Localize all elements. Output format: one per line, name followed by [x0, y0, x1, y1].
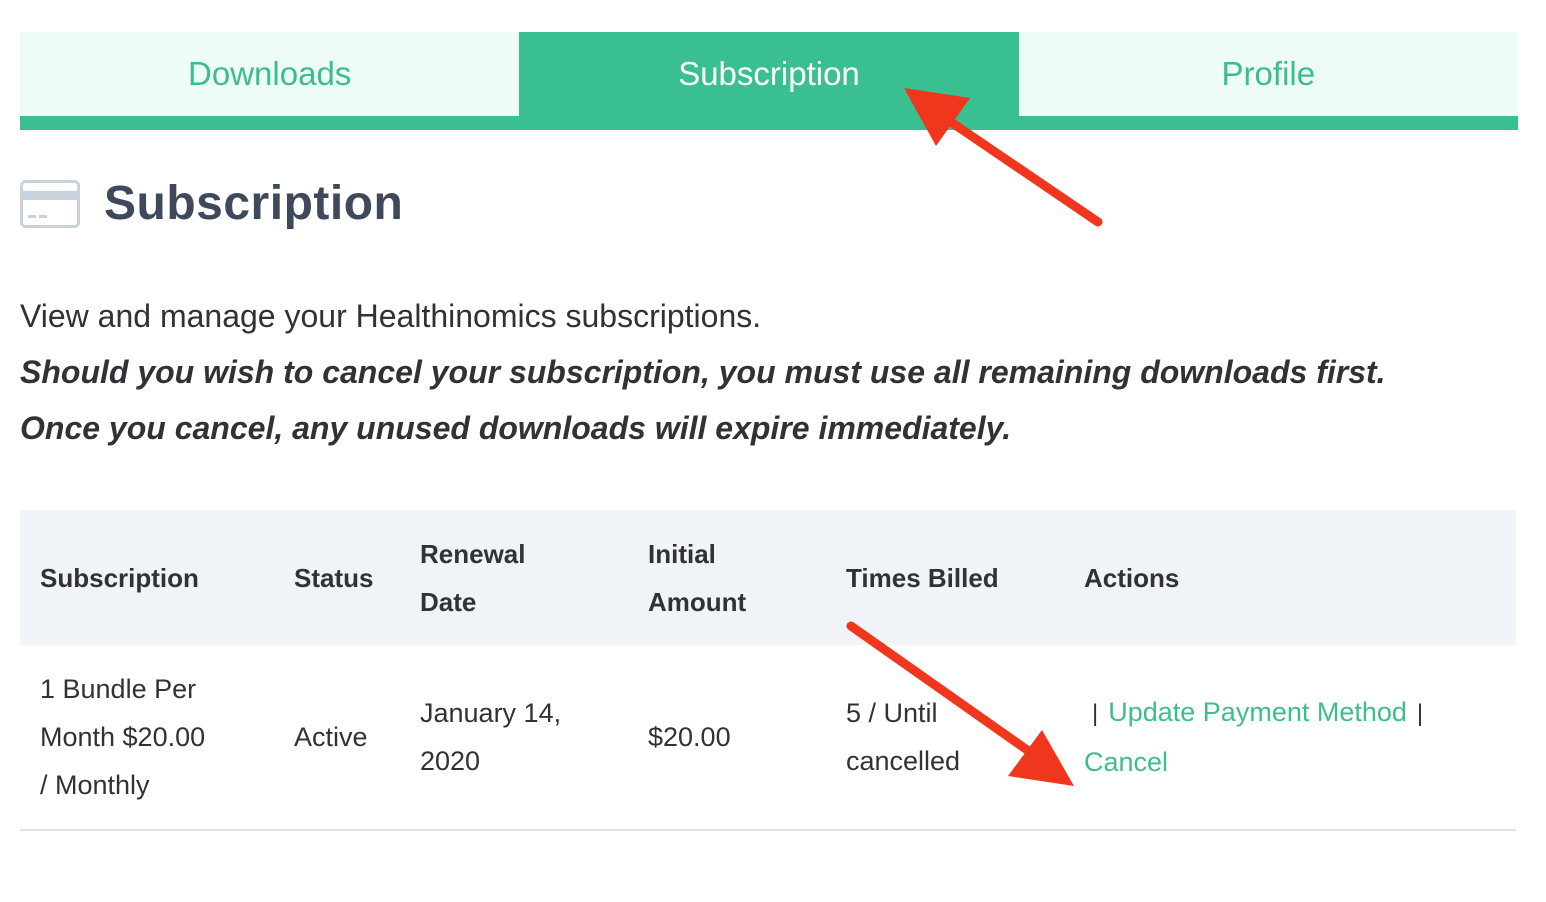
action-separator: | [1416, 700, 1424, 727]
times-billed-value: 5 / Until cancelled [846, 698, 961, 776]
column-header-renewal-date: Renewal Date [400, 510, 628, 645]
subscription-page: Downloads Subscription Profile Subscript… [0, 0, 1546, 902]
cell-renewal-date: January 14, 2020 [400, 645, 628, 831]
cell-actions: | Update Payment Method | Cancel [1064, 645, 1516, 831]
tab-subscription[interactable]: Subscription [519, 32, 1019, 116]
cell-subscription: 1 Bundle Per Month $20.00 / Monthly [20, 645, 274, 831]
warning-text-line2: Once you cancel, any unused downloads wi… [20, 410, 1012, 446]
page-title: Subscription [104, 177, 404, 230]
subscriptions-table: Subscription Status Renewal Date Initial… [20, 510, 1516, 831]
section-heading: Subscription [20, 176, 403, 231]
tab-downloads[interactable]: Downloads [20, 32, 520, 116]
tab-profile[interactable]: Profile [1018, 32, 1518, 116]
table-row: 1 Bundle Per Month $20.00 / Monthly Acti… [20, 645, 1516, 831]
warning-text-line1: Should you wish to cancel your subscript… [20, 354, 1386, 390]
column-header-subscription: Subscription [20, 510, 274, 645]
subscription-name: 1 Bundle Per Month $20.00 / Monthly [40, 674, 206, 800]
intro-text: View and manage your Healthinomics subsc… [20, 288, 1520, 456]
table-header-row: Subscription Status Renewal Date Initial… [20, 510, 1516, 645]
column-header-initial-amount: Initial Amount [628, 510, 826, 645]
actions-group: | Update Payment Method | Cancel [1084, 688, 1484, 786]
tab-underline [20, 116, 1518, 130]
initial-amount-header-label: Initial Amount [648, 538, 747, 617]
cancel-subscription-link[interactable]: Cancel [1084, 747, 1168, 777]
column-header-status: Status [274, 510, 400, 645]
action-separator: | [1092, 700, 1099, 727]
renewal-date-header-label: Renewal Date [420, 538, 526, 617]
credit-card-icon [20, 179, 80, 228]
description-text: View and manage your Healthinomics subsc… [20, 298, 762, 334]
account-tabs: Downloads Subscription Profile [20, 32, 1518, 116]
cell-status: Active [274, 645, 400, 831]
cell-times-billed: 5 / Until cancelled [826, 645, 1064, 831]
column-header-times-billed: Times Billed [826, 510, 1064, 645]
renewal-date-value: January 14, 2020 [420, 698, 562, 776]
column-header-actions: Actions [1064, 510, 1516, 645]
cell-initial-amount: $20.00 [628, 645, 826, 831]
update-payment-method-link[interactable]: Update Payment Method [1108, 697, 1407, 727]
